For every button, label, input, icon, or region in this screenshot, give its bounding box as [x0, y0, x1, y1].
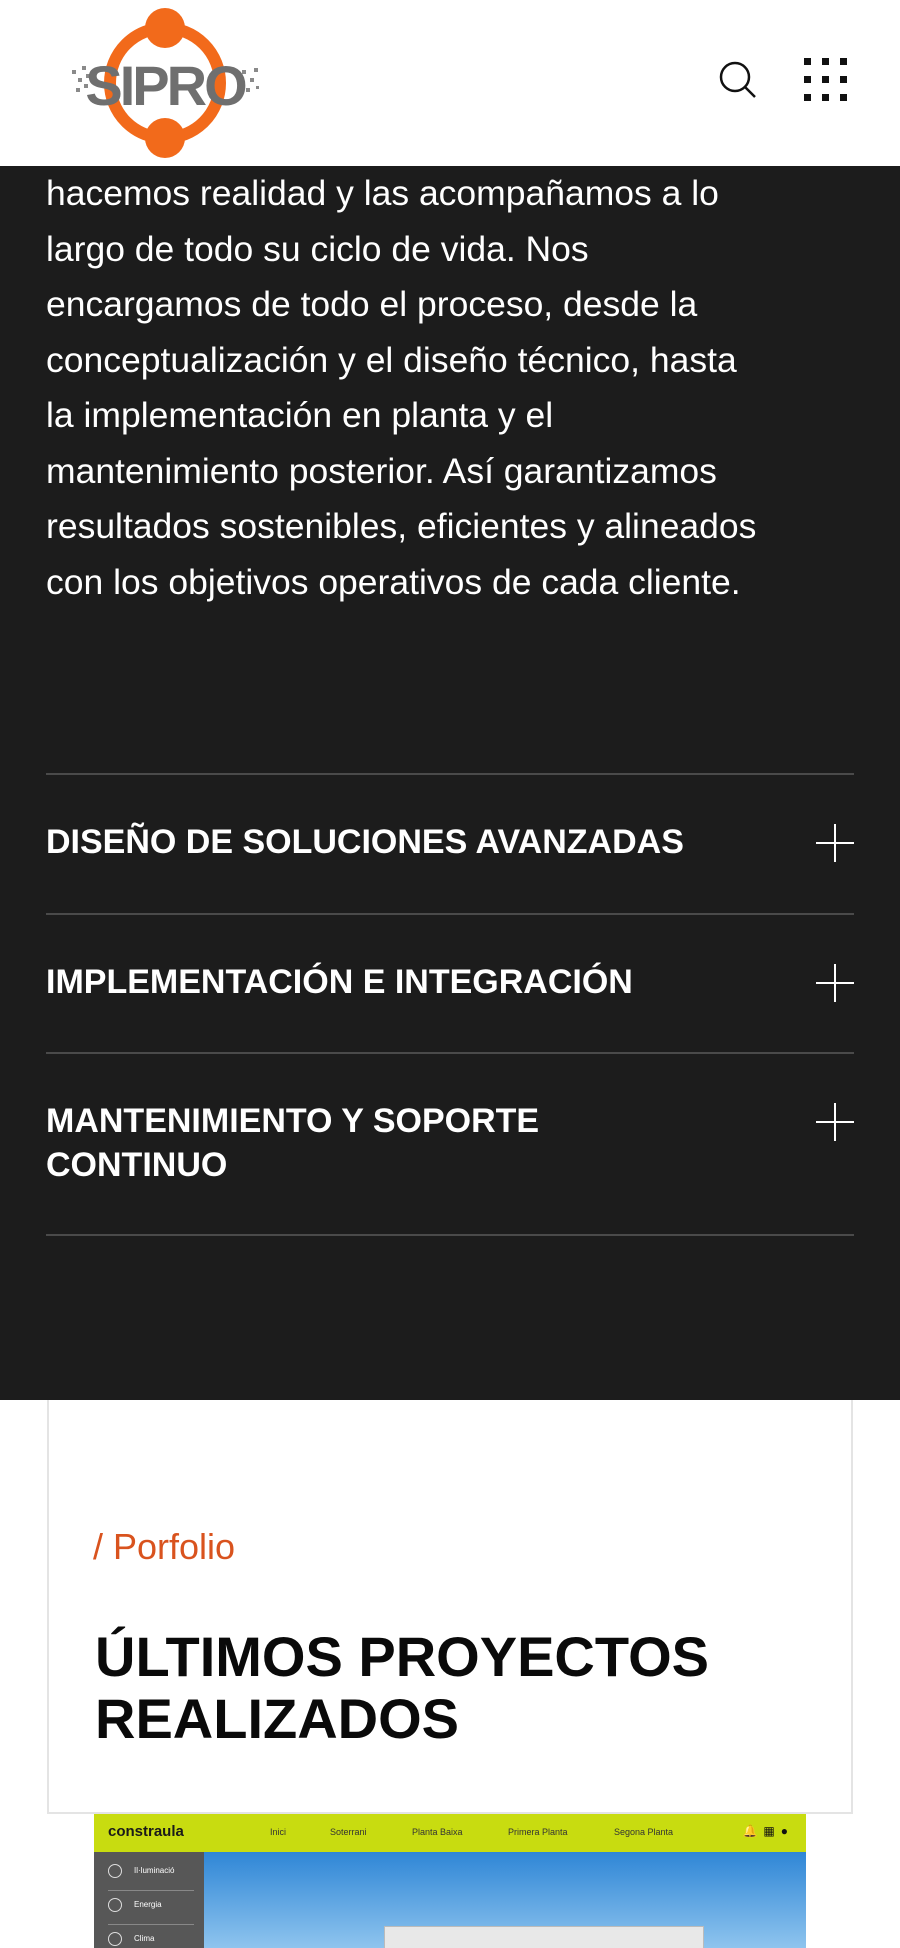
- intro-line: resultados sostenibles, eficientes y ali…: [46, 506, 757, 546]
- preview-side-item: Energia: [108, 1898, 162, 1912]
- intro-line: mantenimiento posterior. Así garantizamo…: [46, 450, 717, 491]
- search-button[interactable]: [707, 50, 767, 110]
- portfolio-label: / Porfolio: [93, 1526, 236, 1567]
- preview-nav-item: Planta Baixa: [412, 1827, 463, 1837]
- accordion-item-design[interactable]: DISEÑO DE SOLUCIONES AVANZADAS: [46, 773, 854, 913]
- preview-brand: constraula: [108, 1823, 184, 1840]
- preview-nav-item: Primera Planta: [508, 1827, 568, 1837]
- accordion-item-maintenance[interactable]: MANTENIMIENTO Y SOPORTE CONTINUO: [46, 1052, 854, 1234]
- preview-side-label: Il·luminació: [134, 1866, 175, 1876]
- grid-menu-button[interactable]: [796, 50, 856, 110]
- accordion-item-implementation[interactable]: IMPLEMENTACIÓN E INTEGRACIÓN: [46, 913, 854, 1052]
- preview-side-divider: [108, 1924, 194, 1925]
- preview-nav-item: Inici: [270, 1827, 287, 1837]
- preview-side-divider: [108, 1890, 194, 1891]
- intro-line: conceptualización y el diseño técnico, h…: [46, 339, 737, 380]
- lightbulb-icon: [108, 1864, 122, 1878]
- preview-side-label: Clima: [134, 1934, 155, 1944]
- preview-side-label: Energia: [134, 1900, 162, 1910]
- site-header: SIPRO: [0, 0, 900, 166]
- portfolio-title: ÚLTIMOS PROYECTOS REALIZADOS: [95, 1625, 709, 1750]
- plus-icon[interactable]: [816, 964, 854, 1002]
- preview-sidebar: Il·luminació Energia Clima: [94, 1852, 204, 1948]
- search-icon: [719, 61, 756, 98]
- intro-line: con los objetivos operativos de cada cli…: [46, 561, 741, 602]
- intro-line: hacemos realidad y las acompañamos a lo: [46, 173, 719, 213]
- sipro-logo[interactable]: SIPRO: [70, 8, 260, 158]
- portfolio-header-card: / Porfolio ÚLTIMOS PROYECTOS REALIZADOS: [47, 1400, 853, 1814]
- thermometer-icon: [108, 1932, 122, 1946]
- lightning-icon: [108, 1898, 122, 1912]
- accordion-divider: [46, 1234, 854, 1236]
- intro-line: largo de todo su ciclo de vida. Nos: [46, 228, 589, 269]
- preview-building: [384, 1926, 704, 1948]
- preview-side-item: Clima: [108, 1932, 154, 1946]
- plus-icon[interactable]: [816, 824, 854, 862]
- preview-nav-item: Soterrani: [330, 1827, 367, 1837]
- accordion-title: MANTENIMIENTO Y SOPORTE CONTINUO: [46, 1102, 540, 1184]
- preview-toolbar-icons: 🔔▦●: [742, 1824, 794, 1838]
- plus-icon[interactable]: [816, 1103, 854, 1141]
- project-preview-image[interactable]: constraula Inici Soterrani Planta Baixa …: [94, 1814, 806, 1948]
- intro-line: encargamos de todo el proceso, desde la: [46, 284, 698, 324]
- preview-side-item: Il·luminació: [108, 1864, 174, 1878]
- logo-text: SIPRO: [85, 54, 247, 117]
- accordion-title: DISEÑO DE SOLUCIONES AVANZADAS: [46, 823, 684, 861]
- grid-menu-icon: [804, 58, 847, 101]
- accordion-title: IMPLEMENTACIÓN E INTEGRACIÓN: [46, 963, 633, 1001]
- preview-topbar: constraula Inici Soterrani Planta Baixa …: [94, 1814, 806, 1852]
- intro-line: la implementación en planta y el: [46, 395, 554, 435]
- preview-nav-item: Segona Planta: [614, 1827, 674, 1837]
- intro-paragraph: hacemos realidad y las acompañamos a lo …: [46, 166, 806, 610]
- services-section: hacemos realidad y las acompañamos a lo …: [0, 166, 900, 1400]
